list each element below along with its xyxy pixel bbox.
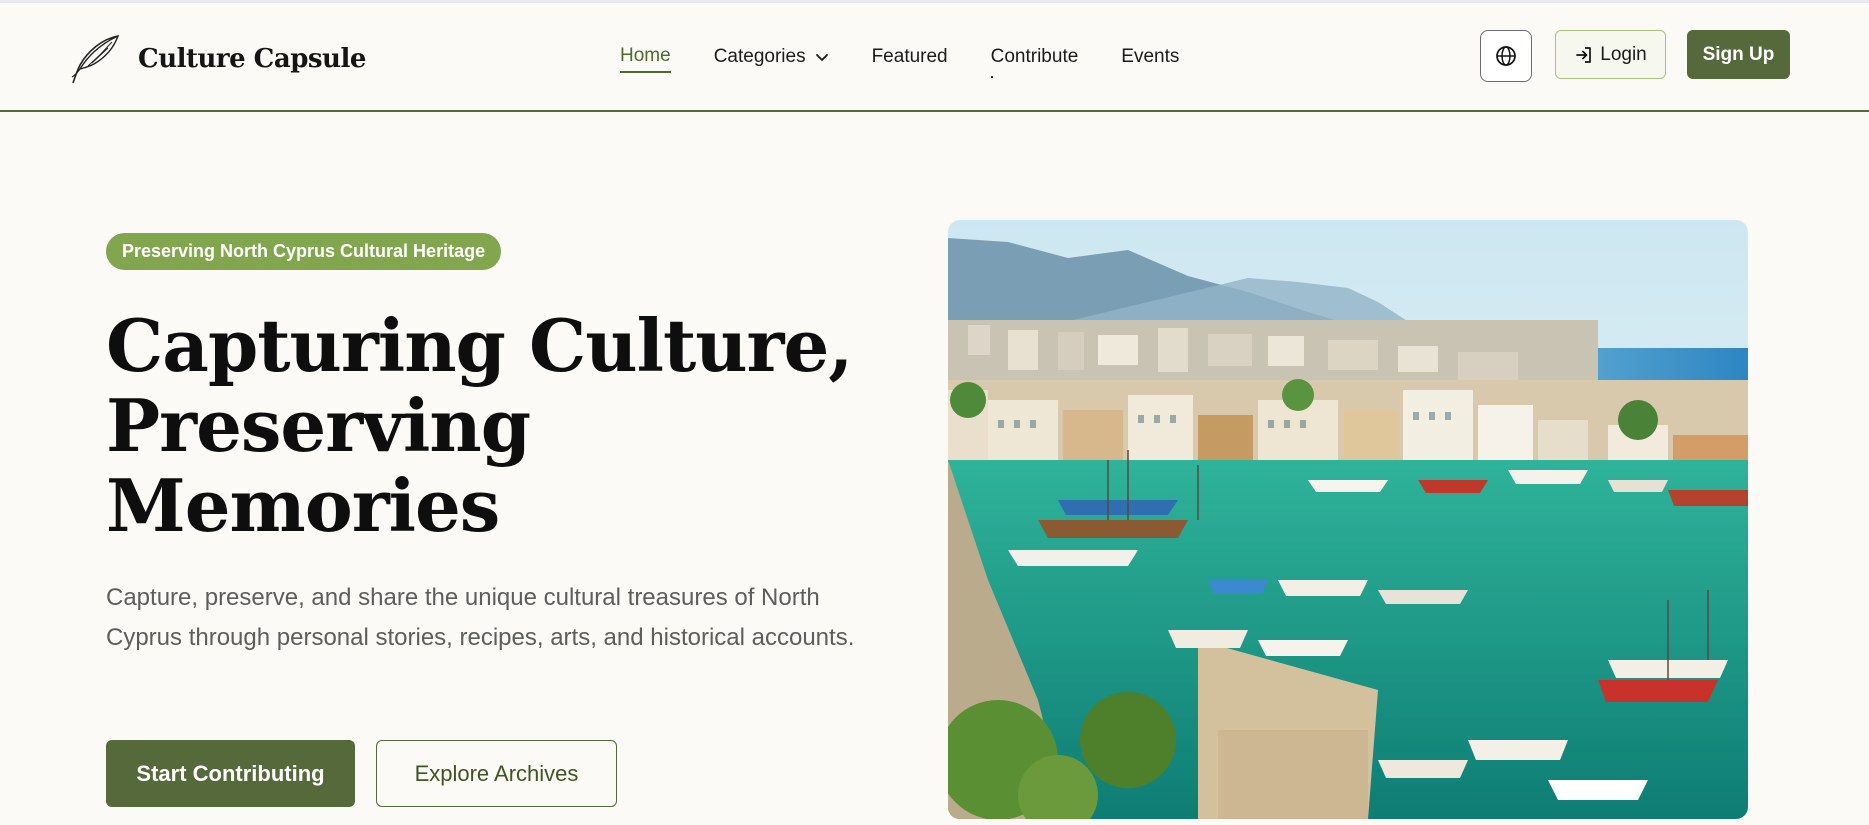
nav-item-contribute[interactable]: Contribute [990, 46, 1079, 78]
nav-item-featured[interactable]: Featured [872, 46, 948, 72]
brand[interactable]: Culture Capsule [68, 33, 366, 85]
nav-label-events: Events [1121, 46, 1180, 67]
login-label: Login [1600, 43, 1647, 65]
main-nav: Home Categories Featured Contribute Even… [620, 45, 1222, 78]
nav-label-categories: Categories [713, 46, 806, 67]
nav-item-events[interactable]: Events [1121, 46, 1179, 72]
nav-label-home: Home [620, 45, 671, 66]
nav-label-contribute: Contribute [990, 46, 1079, 67]
heritage-badge: Preserving North Cyprus Cultural Heritag… [106, 233, 502, 270]
language-button[interactable] [1480, 30, 1532, 82]
login-button[interactable]: Login [1555, 30, 1666, 79]
chevron-down-icon [815, 54, 828, 61]
hero-subtitle: Capture, preserve, and share the unique … [106, 584, 855, 651]
nav-label-featured: Featured [871, 46, 948, 67]
signup-button[interactable]: Sign Up [1687, 30, 1790, 79]
nav-dot [990, 76, 993, 78]
site-header: Culture Capsule Home Categories Featured… [0, 3, 1869, 112]
explore-archives-button[interactable]: Explore Archives [376, 740, 617, 807]
quill-feather-icon [71, 34, 120, 84]
globe-icon [1496, 46, 1516, 66]
brand-name: Culture Capsule [138, 44, 366, 74]
nav-item-home[interactable]: Home [620, 45, 671, 73]
sign-in-icon [1576, 46, 1592, 63]
hero-title: Capturing Culture, Preserving Memories [106, 303, 853, 548]
signup-label: Sign Up [1702, 43, 1775, 65]
harbor-illustration [948, 220, 1748, 819]
nav-item-categories[interactable]: Categories [714, 46, 829, 72]
start-contributing-button[interactable]: Start Contributing [106, 740, 355, 807]
hero-image [948, 220, 1748, 819]
